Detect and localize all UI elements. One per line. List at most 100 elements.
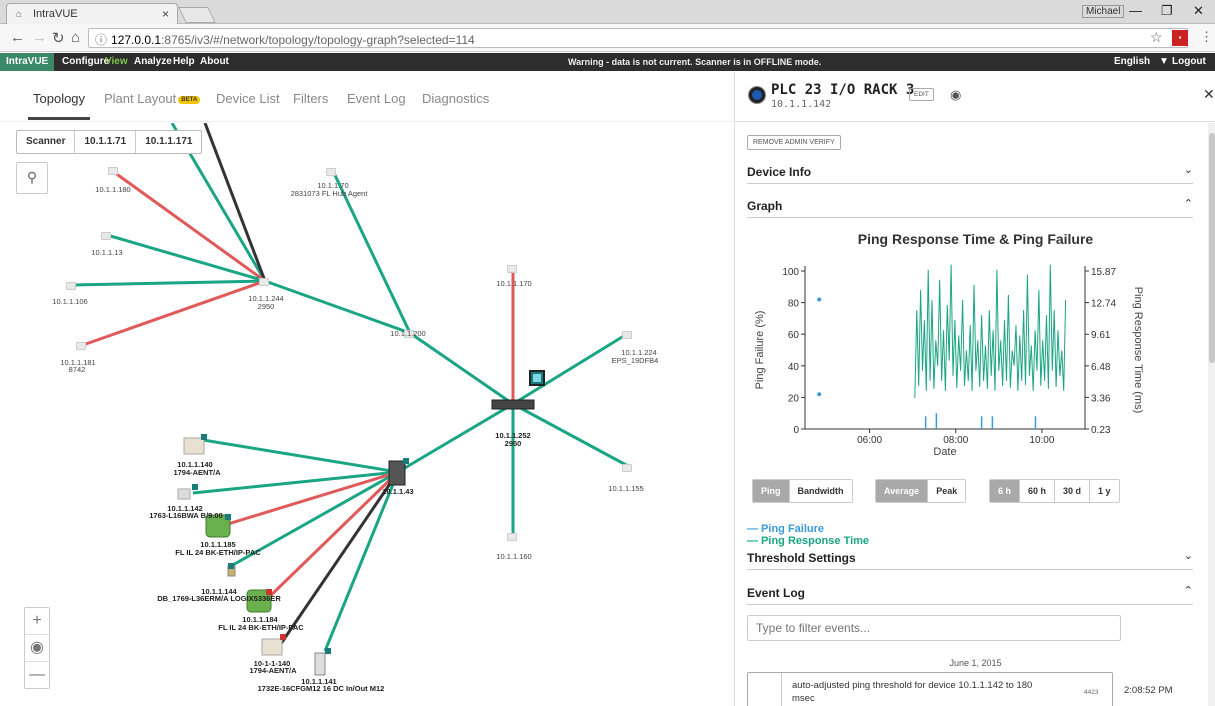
device-detail-panel: PLC 23 I/O RACK 3 EDIT ◉ 10.1.1.142 ✕ RE… — [734, 72, 1215, 706]
event-row[interactable]: auto-adjusted ping threshold for device … — [747, 672, 1113, 706]
device-141-icon — [314, 652, 326, 676]
new-tab-button[interactable] — [178, 7, 216, 23]
section-graph[interactable]: Graph ⌃ — [747, 194, 1193, 218]
chevron-up-icon[interactable]: ⌃ — [1184, 197, 1193, 210]
section-title: Event Log — [747, 586, 806, 600]
y2-tick-label: 9.61 — [1091, 330, 1111, 341]
section-title: Graph — [747, 199, 783, 213]
url-field[interactable]: ⓘ 127.0.0.1:8765/iv3/#/network/topology/t… — [88, 28, 1188, 48]
range-1y-button[interactable]: 1 y — [1090, 480, 1119, 502]
edit-button[interactable]: EDIT — [909, 88, 934, 101]
menu-help[interactable]: Help — [173, 56, 195, 67]
link-43-140 — [202, 438, 399, 474]
bookmark-star-icon[interactable]: ☆ — [1150, 29, 1163, 46]
average-button[interactable]: Average — [876, 480, 929, 502]
home-icon[interactable]: ⌂ — [71, 29, 80, 46]
extension-icon[interactable]: ▪ — [1172, 30, 1188, 46]
minimize-icon[interactable]: — — [1129, 3, 1142, 18]
browser-tab[interactable]: ⌂ IntraVUE × — [6, 3, 178, 24]
device-13-icon[interactable] — [101, 232, 111, 240]
menu-about[interactable]: About — [200, 56, 229, 67]
active-tab-underline — [28, 117, 90, 120]
reload-icon[interactable]: ↻ — [52, 29, 65, 47]
range-30d-button[interactable]: 30 d — [1055, 480, 1091, 502]
view-tabs: Topology Plant Layout BETA Device List Fi… — [0, 72, 733, 122]
app-brand[interactable]: IntraVUE — [0, 53, 55, 71]
range-6h-button[interactable]: 6 h — [990, 480, 1021, 502]
node-label: 10.1.1.106 — [52, 297, 88, 306]
node-label: DB_1769-L36ERM/A LOGIX5336ER — [157, 594, 281, 603]
close-tab-icon[interactable]: × — [162, 7, 169, 21]
menu-view[interactable]: View — [105, 56, 128, 67]
tab-topology[interactable]: Topology — [33, 91, 85, 106]
device-224-icon[interactable] — [622, 331, 632, 339]
scanner-ip-1[interactable]: 10.1.1.71 — [75, 131, 137, 153]
logout-link[interactable]: Logout — [1172, 56, 1206, 67]
remove-admin-verify-button[interactable]: REMOVE ADMIN VERIFY — [747, 135, 841, 150]
topology-canvas[interactable]: 10.1.1.180 10.1.1.13 10.1.1.106 10.1.1.1… — [0, 123, 733, 706]
section-device-info[interactable]: Device Info ⌄ — [747, 160, 1193, 184]
section-event-log[interactable]: Event Log ⌃ — [747, 581, 1193, 605]
device-160-icon[interactable] — [507, 533, 517, 541]
y-tick-label: 60 — [788, 330, 800, 341]
user-caret-icon[interactable]: ▼ — [1159, 56, 1169, 67]
event-filter-input[interactable] — [747, 615, 1121, 641]
tab-diagnostics[interactable]: Diagnostics — [422, 91, 489, 106]
panel-scrollbar[interactable] — [1208, 123, 1215, 706]
back-arrow-icon[interactable]: ← — [10, 29, 25, 46]
ping-failure-point — [817, 392, 822, 397]
browser-menu-icon[interactable]: ⋮ — [1200, 29, 1213, 45]
device-1140-icon — [261, 638, 283, 656]
node-label: 2950 — [257, 302, 275, 311]
forward-arrow-icon[interactable]: → — [32, 29, 47, 46]
zoom-out-icon[interactable]: — — [25, 662, 49, 689]
range-toggle: 6 h 60 h 30 d 1 y — [989, 479, 1120, 503]
section-threshold[interactable]: Threshold Settings ⌄ — [747, 546, 1193, 570]
menu-configure[interactable]: Configure — [62, 56, 109, 67]
language-select[interactable]: English — [1114, 56, 1150, 67]
y2-tick-label: 0.23 — [1091, 425, 1111, 436]
tab-filters[interactable]: Filters — [293, 91, 328, 106]
tab-device-list[interactable]: Device List — [216, 91, 280, 106]
search-icon[interactable]: ⚲ — [16, 162, 48, 194]
link-224-252 — [512, 332, 628, 406]
scrollbar-thumb[interactable] — [1209, 133, 1215, 363]
scanner-ip-2[interactable]: 10.1.1.171 — [136, 131, 201, 153]
zoom-in-icon[interactable]: + — [25, 608, 49, 635]
device-70-icon[interactable] — [326, 168, 336, 176]
device-170-icon[interactable] — [507, 265, 517, 273]
device-181-icon[interactable] — [76, 342, 86, 350]
close-icon[interactable]: ✕ — [1203, 86, 1215, 103]
event-id: 4423 — [1084, 689, 1099, 696]
window-close-icon[interactable]: ✕ — [1193, 3, 1204, 19]
url-host: 127.0.0.1 — [111, 33, 162, 47]
chevron-down-icon[interactable]: ⌄ — [1184, 549, 1193, 562]
menu-analyze[interactable]: Analyze — [134, 56, 172, 67]
scanner-bar: Scanner 10.1.1.71 10.1.1.171 — [16, 130, 203, 154]
section-title: Device Info — [747, 165, 812, 179]
switch-43-icon — [388, 460, 406, 486]
range-60h-button[interactable]: 60 h — [1020, 480, 1056, 502]
ping-button[interactable]: Ping — [753, 480, 790, 502]
maximize-icon[interactable]: ❐ — [1161, 3, 1173, 19]
info-icon[interactable]: ⓘ — [95, 33, 107, 47]
node-label: 1794-AENT/A — [173, 468, 221, 477]
device-155-icon[interactable] — [622, 464, 632, 472]
metric-toggle: Ping Bandwidth — [752, 479, 853, 503]
locate-target-icon[interactable]: ◉ — [950, 87, 961, 103]
chevron-up-icon[interactable]: ⌃ — [1184, 584, 1193, 597]
browser-user-badge[interactable]: Michael — [1082, 5, 1125, 18]
device-244-icon[interactable] — [259, 278, 269, 286]
bandwidth-button[interactable]: Bandwidth — [790, 480, 852, 502]
app-menu-bar: IntraVUE Configure View Analyze Help Abo… — [0, 53, 1215, 71]
device-106-icon[interactable] — [66, 282, 76, 290]
peak-button[interactable]: Peak — [928, 480, 965, 502]
device-180-icon[interactable] — [108, 167, 118, 175]
app-favicon-icon: ⌂ — [16, 9, 23, 20]
chevron-down-icon[interactable]: ⌄ — [1184, 163, 1193, 176]
tab-plant-layout[interactable]: Plant Layout BETA — [104, 91, 201, 106]
tab-event-log[interactable]: Event Log — [347, 91, 406, 106]
y-tick-label: 0 — [793, 425, 799, 436]
device-status-icon — [749, 87, 765, 103]
center-target-icon[interactable]: ◉ — [25, 635, 49, 662]
